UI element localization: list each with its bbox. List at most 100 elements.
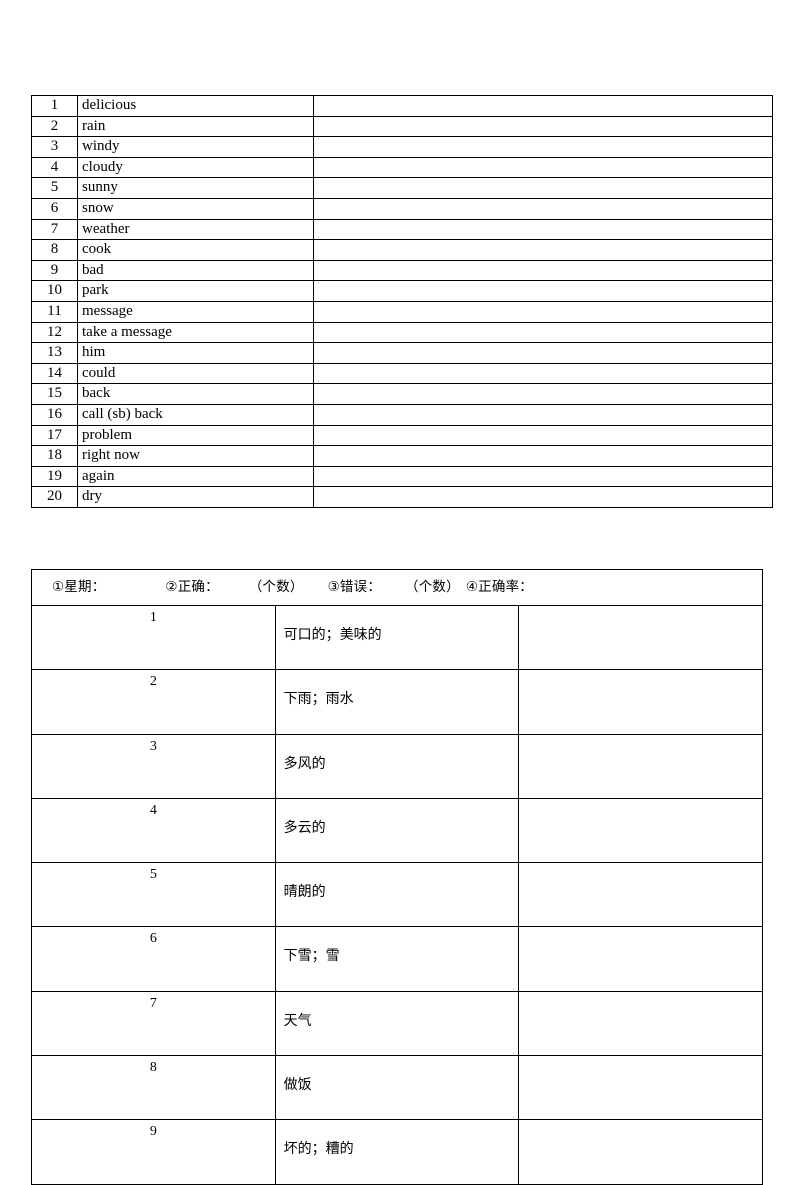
- answer-blank[interactable]: [313, 445, 773, 467]
- row-number: 18: [31, 445, 78, 467]
- answer-blank[interactable]: [313, 280, 773, 302]
- english-word: sunny: [77, 177, 314, 199]
- chinese-meaning: 晴朗的: [274, 862, 520, 928]
- table-row: 7 weather: [31, 218, 773, 241]
- row-number: 8: [31, 1055, 276, 1121]
- score-header-row: ①星期： ②正确： （个数） ③错误： （个数） ④正确率：: [31, 569, 763, 606]
- table-row: 4 cloudy: [31, 156, 773, 179]
- answer-blank[interactable]: [518, 733, 763, 799]
- answer-blank[interactable]: [313, 403, 773, 426]
- table-row: 1 delicious: [31, 95, 773, 117]
- row-number: 15: [31, 383, 78, 405]
- answer-blank[interactable]: [518, 669, 763, 735]
- row-number: 20: [31, 486, 78, 508]
- answer-blank[interactable]: [313, 115, 773, 138]
- answer-blank[interactable]: [313, 239, 773, 261]
- table-row: 4 多云的: [31, 797, 763, 864]
- answer-blank[interactable]: [518, 990, 763, 1057]
- english-word: cloudy: [77, 156, 314, 179]
- answer-blank[interactable]: [313, 424, 773, 447]
- english-word: could: [77, 362, 314, 385]
- chinese-meaning: 做饭: [274, 1055, 520, 1121]
- table-row: 8 做饭: [31, 1055, 763, 1121]
- english-word: problem: [77, 424, 314, 447]
- row-number: 14: [31, 362, 78, 385]
- table-row: 14 could: [31, 362, 773, 385]
- row-number: 12: [31, 321, 78, 344]
- english-word: delicious: [77, 95, 314, 117]
- english-word: weather: [77, 218, 314, 241]
- row-number: 1: [31, 95, 78, 117]
- answer-blank[interactable]: [313, 321, 773, 344]
- table-row: 5 sunny: [31, 177, 773, 199]
- answer-blank[interactable]: [313, 362, 773, 385]
- table-row: 3 多风的: [31, 733, 763, 799]
- meaning-table-body: ①星期： ②正确： （个数） ③错误： （个数） ④正确率： 1 可口的；美味的 2 下雨…: [31, 569, 763, 1185]
- answer-blank[interactable]: [313, 218, 773, 241]
- chinese-meaning: 可口的；美味的: [274, 604, 520, 671]
- row-number: 17: [31, 424, 78, 447]
- correct-label: ②正确：: [165, 579, 219, 595]
- chinese-meaning: 坏的；糟的: [274, 1119, 520, 1185]
- table-row: 19 again: [31, 465, 773, 488]
- row-number: 7: [31, 990, 276, 1057]
- answer-blank[interactable]: [313, 197, 773, 220]
- row-number: 2: [31, 115, 78, 138]
- score-header-cell: ①星期： ②正确： （个数） ③错误： （个数） ④正确率：: [31, 569, 763, 606]
- chinese-meaning: 多云的: [274, 797, 520, 864]
- table-row: 2 rain: [31, 115, 773, 138]
- row-number: 1: [31, 604, 276, 671]
- table-row: 11 message: [31, 300, 773, 323]
- answer-blank[interactable]: [313, 156, 773, 179]
- row-number: 13: [31, 342, 78, 364]
- answer-blank[interactable]: [518, 604, 763, 671]
- english-word: windy: [77, 136, 314, 158]
- english-word: right now: [77, 445, 314, 467]
- chinese-meaning: 天气: [274, 990, 520, 1057]
- table-row: 6 snow: [31, 197, 773, 220]
- answer-blank[interactable]: [313, 300, 773, 323]
- answer-blank[interactable]: [313, 486, 773, 508]
- answer-blank[interactable]: [313, 259, 773, 282]
- answer-blank[interactable]: [518, 926, 763, 992]
- answer-blank[interactable]: [518, 797, 763, 864]
- answer-blank[interactable]: [313, 342, 773, 364]
- english-word: take a message: [77, 321, 314, 344]
- row-number: 6: [31, 926, 276, 992]
- row-number: 6: [31, 197, 78, 220]
- row-number: 9: [31, 259, 78, 282]
- table-row: 2 下雨；雨水: [31, 669, 763, 735]
- table-row: 12 take a message: [31, 321, 773, 344]
- weekday-label: ①星期：: [52, 579, 106, 595]
- english-word: dry: [77, 486, 314, 508]
- answer-blank[interactable]: [313, 383, 773, 405]
- english-word: again: [77, 465, 314, 488]
- chinese-meaning-table: ①星期： ②正确： （个数） ③错误： （个数） ④正确率： 1 可口的；美味的 2 下雨…: [31, 569, 763, 1185]
- vocab-table-body: 1 delicious 2 rain 3 windy 4 cloudy 5 su…: [31, 95, 773, 508]
- answer-blank[interactable]: [518, 1055, 763, 1121]
- table-row: 6 下雪；雪: [31, 926, 763, 992]
- row-number: 9: [31, 1119, 276, 1185]
- row-number: 19: [31, 465, 78, 488]
- answer-blank[interactable]: [313, 465, 773, 488]
- answer-blank[interactable]: [313, 136, 773, 158]
- answer-blank[interactable]: [518, 1119, 763, 1185]
- english-word: him: [77, 342, 314, 364]
- row-number: 10: [31, 280, 78, 302]
- row-number: 16: [31, 403, 78, 426]
- row-number: 11: [31, 300, 78, 323]
- table-row: 20 dry: [31, 486, 773, 508]
- answer-blank[interactable]: [313, 95, 773, 117]
- english-vocabulary-table: 1 delicious 2 rain 3 windy 4 cloudy 5 su…: [31, 95, 773, 508]
- table-row: 9 坏的；糟的: [31, 1119, 763, 1185]
- english-word: bad: [77, 259, 314, 282]
- table-row: 10 park: [31, 280, 773, 302]
- row-number: 2: [31, 669, 276, 735]
- answer-blank[interactable]: [518, 862, 763, 928]
- correct-unit: （个数）: [248, 579, 304, 595]
- table-row: 18 right now: [31, 445, 773, 467]
- english-word: message: [77, 300, 314, 323]
- chinese-meaning: 下雪；雪: [274, 926, 520, 992]
- row-number: 5: [31, 177, 78, 199]
- answer-blank[interactable]: [313, 177, 773, 199]
